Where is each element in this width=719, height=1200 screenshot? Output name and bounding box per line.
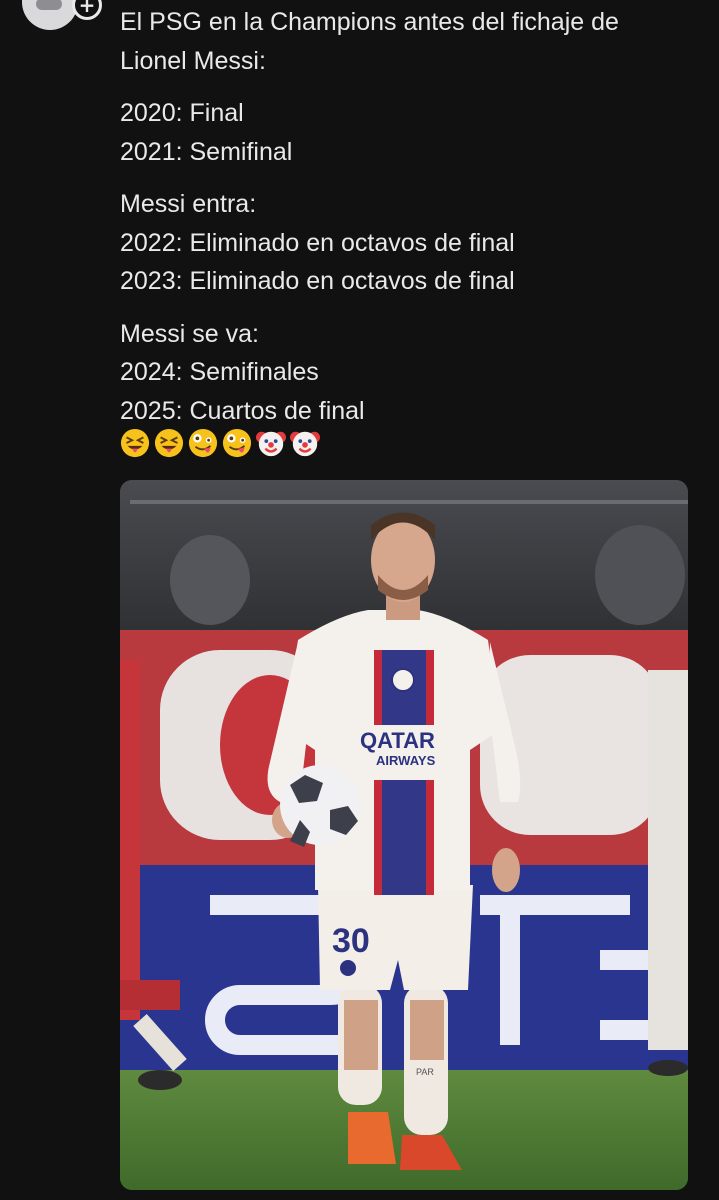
sponsor-line-1: QATAR — [360, 728, 435, 753]
post-image[interactable]: 30 QATAR AIRWAYS PAR — [120, 480, 688, 1190]
author-avatar-group[interactable]: + — [22, 0, 102, 34]
shorts-number: 30 — [332, 922, 370, 960]
post-title: El PSG en la Champions antes del fichaje… — [120, 3, 690, 80]
clown-face-emoji-icon — [256, 431, 286, 457]
sponsor-line-2: AIRWAYS — [376, 753, 436, 768]
season-line: 2025: Cuartos de final — [120, 396, 365, 425]
season-line: 2024: Semifinales — [120, 358, 319, 386]
emoji-row — [120, 428, 690, 458]
football — [280, 765, 360, 845]
messi-psg-photo: 30 QATAR AIRWAYS PAR — [120, 480, 688, 1190]
before-section: 2020: Final 2021: Semifinal — [120, 94, 690, 171]
squinting-tongue-emoji-icon — [154, 428, 184, 458]
during-section: Messi entra: 2022: Eliminado en octavos … — [120, 185, 690, 301]
section-heading: Messi se va: — [120, 319, 259, 348]
title-line-continued: Lionel Messi: — [120, 46, 266, 75]
season-line: 2022: Eliminado en octavos de final — [120, 228, 515, 257]
sock-text: PAR — [416, 1067, 434, 1077]
zany-face-emoji-icon — [222, 428, 252, 458]
squinting-tongue-emoji-icon — [120, 428, 150, 458]
clown-face-emoji-icon — [290, 431, 320, 457]
post-text: El PSG en la Champions antes del fichaje… — [120, 0, 690, 458]
avatar[interactable] — [22, 0, 78, 30]
after-section: Messi se va: 2024: Semifinales 2025: Cua… — [120, 315, 690, 431]
follow-plus-icon[interactable]: + — [72, 0, 102, 20]
season-line: 2023: Eliminado en octavos de final — [120, 267, 515, 295]
zany-face-emoji-icon — [188, 428, 218, 458]
season-line: 2020: Final — [120, 99, 244, 127]
section-heading: Messi entra: — [120, 190, 257, 218]
title-line: El PSG en la Champions antes del fichaje… — [120, 8, 619, 36]
season-line: 2021: Semifinal — [120, 137, 293, 166]
